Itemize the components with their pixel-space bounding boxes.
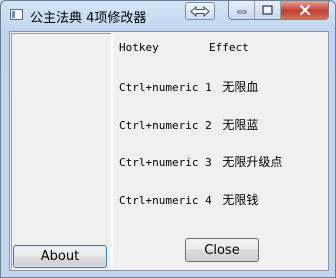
table-header: Hotkey Effect: [119, 41, 249, 54]
close-icon: [299, 5, 310, 15]
effect-cell: 无限升级点: [222, 155, 283, 169]
minimize-button[interactable]: [229, 1, 255, 19]
app-window: 公主法典 4项修改器 Hotkey Effect Ctrl+numeric 1 …: [0, 0, 336, 278]
hotkey-cell: Ctrl+numeric 1: [119, 81, 212, 94]
hotkey-cell: Ctrl+numeric 4: [119, 194, 212, 207]
table-row: Ctrl+numeric 4 无限钱: [119, 191, 258, 208]
close-window-button[interactable]: [281, 1, 328, 19]
minimize-icon: [237, 10, 246, 14]
title-bar[interactable]: 公主法典 4项修改器: [1, 1, 336, 29]
maximize-icon: [262, 5, 273, 15]
caption-buttons: [228, 1, 329, 20]
hotkey-cell: Ctrl+numeric 2: [119, 119, 212, 132]
hotkey-column-header: Hotkey: [119, 41, 159, 54]
app-icon[interactable]: [10, 9, 23, 20]
close-button[interactable]: Close: [185, 238, 259, 262]
effect-column-header: Effect: [209, 41, 249, 54]
table-row: Ctrl+numeric 3 无限升级点: [119, 153, 282, 170]
effect-cell: 无限钱: [222, 193, 259, 207]
table-row: Ctrl+numeric 1 无限血: [119, 78, 258, 95]
maximize-button[interactable]: [255, 1, 281, 19]
effect-cell: 无限蓝: [222, 118, 259, 132]
dialog-body: Hotkey Effect Ctrl+numeric 1 无限血 Ctrl+nu…: [9, 31, 329, 271]
double-arrow-icon: [190, 5, 210, 17]
swap-arrows-button[interactable]: [185, 2, 215, 20]
table-row: Ctrl+numeric 2 无限蓝: [119, 116, 258, 133]
about-button[interactable]: About: [13, 245, 107, 268]
effect-cell: 无限血: [222, 80, 259, 94]
hotkey-cell: Ctrl+numeric 3: [119, 156, 212, 169]
side-panel: [11, 33, 113, 269]
window-title: 公主法典 4项修改器: [30, 11, 147, 26]
